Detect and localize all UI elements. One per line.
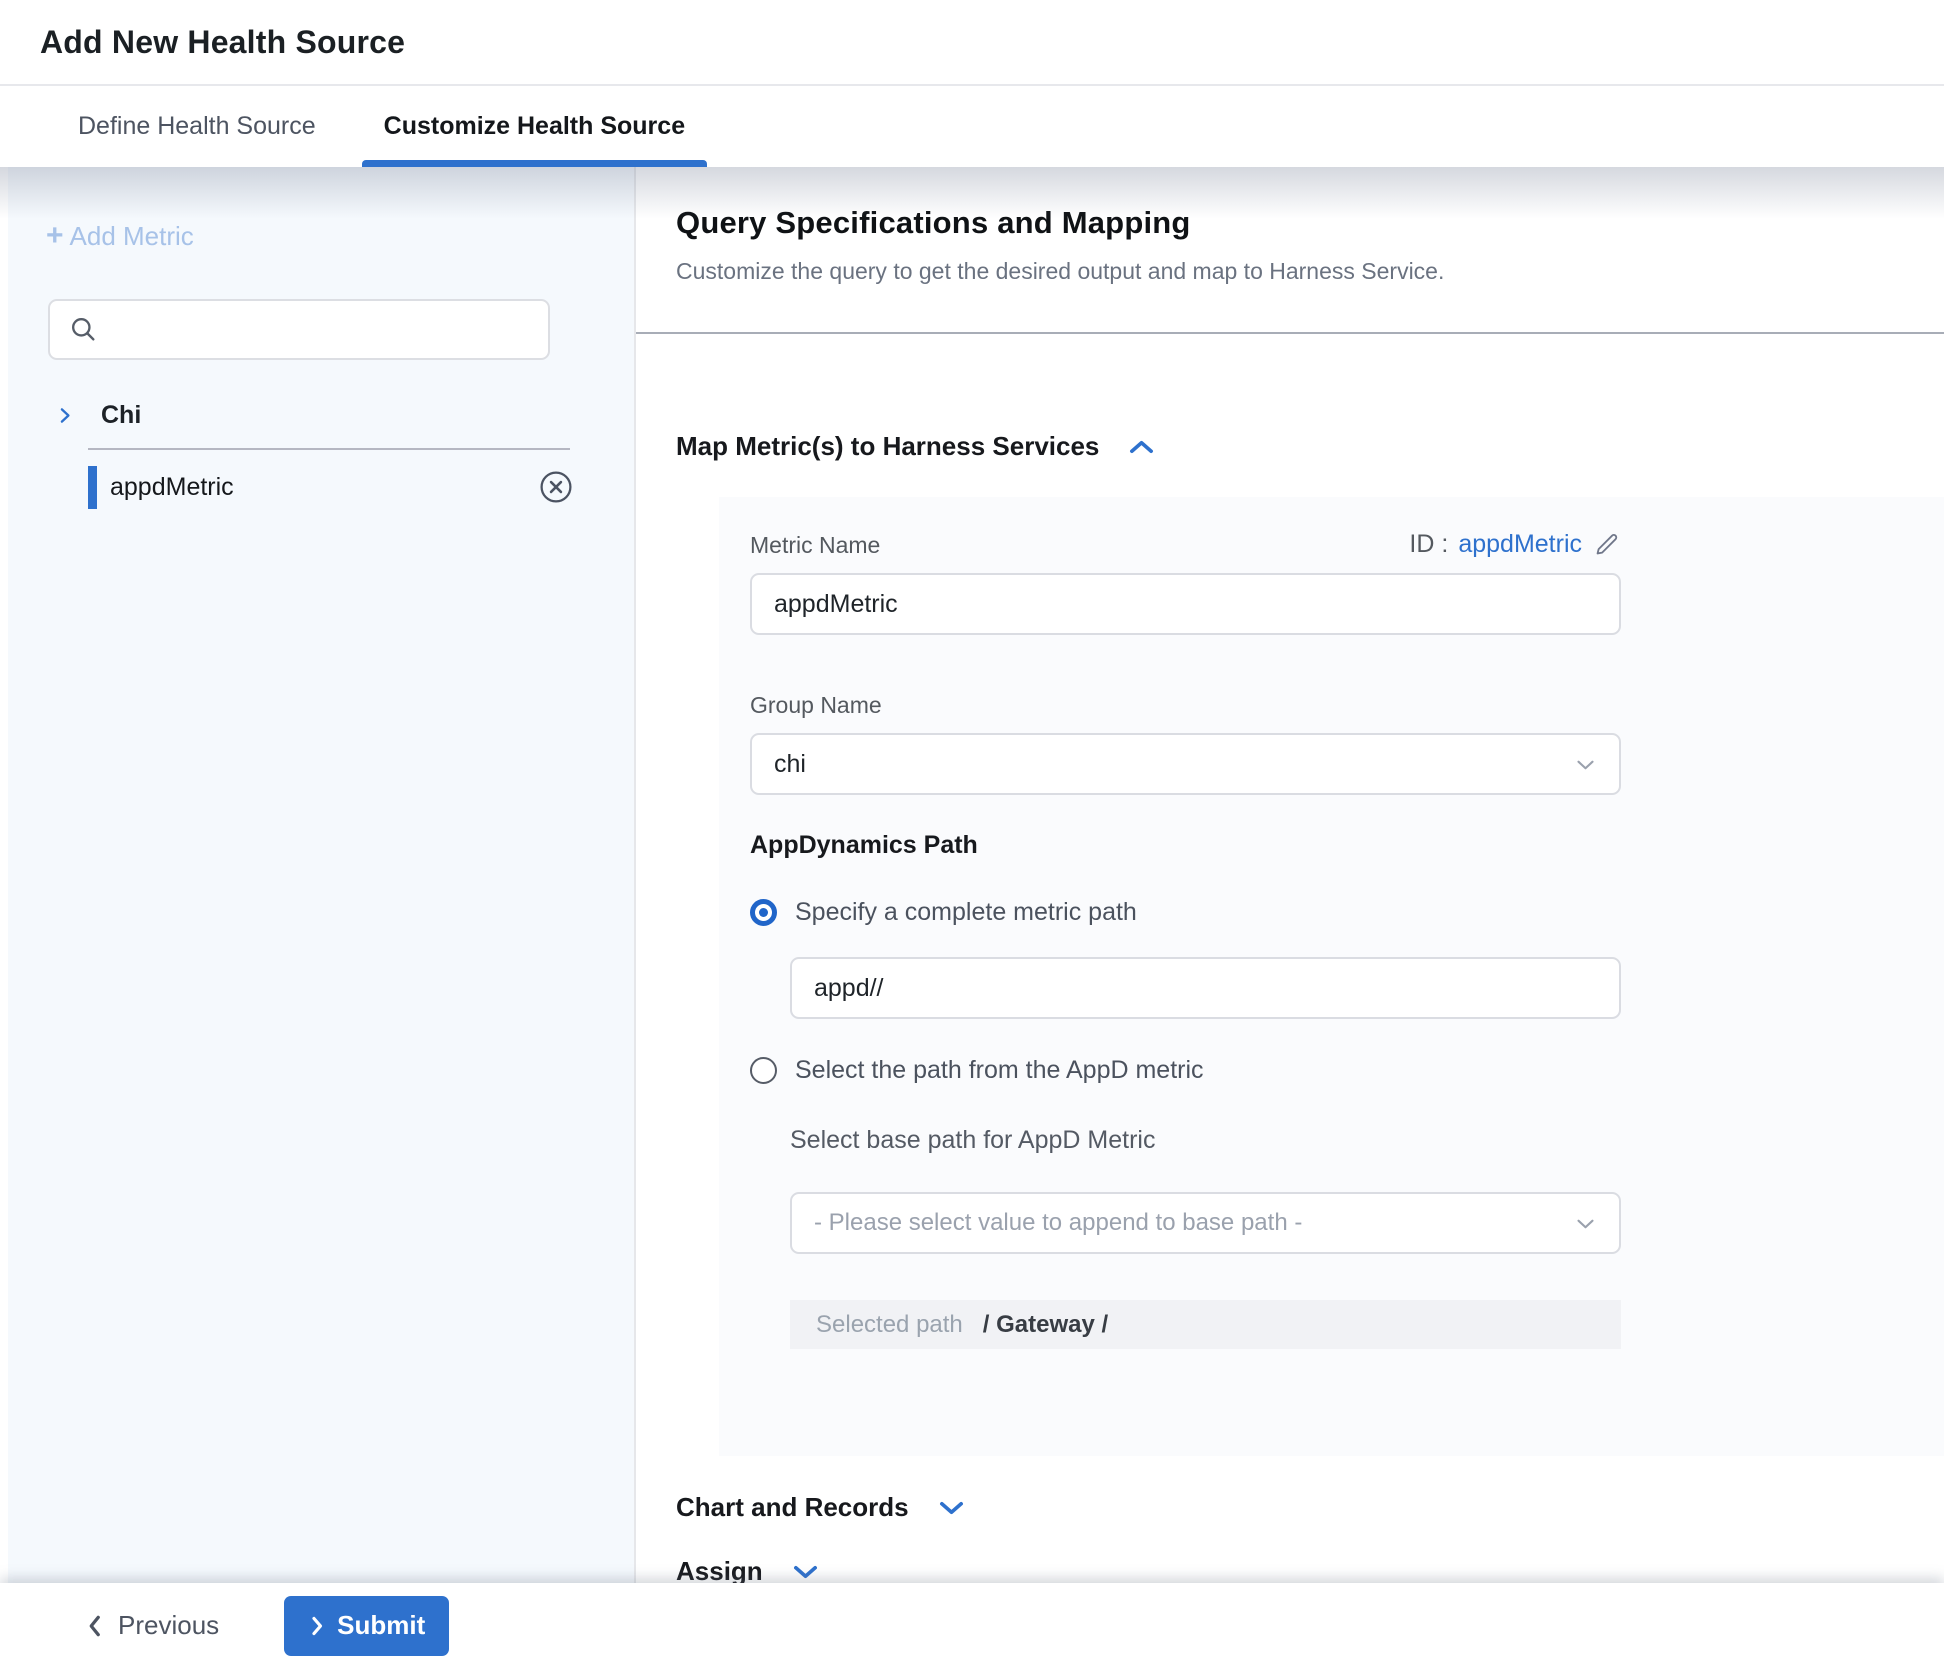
- query-specifications-panel: Query Specifications and Mapping Customi…: [636, 167, 1944, 1583]
- id-label: ID :: [1409, 530, 1448, 559]
- chevron-right-icon[interactable]: [54, 405, 75, 426]
- base-path-placeholder: - Please select value to append to base …: [814, 1209, 1302, 1237]
- metric-tree: Chi appdMetric: [8, 394, 634, 511]
- metric-search-input[interactable]: [99, 301, 548, 358]
- metric-item-appdmetric[interactable]: appdMetric: [8, 463, 634, 511]
- submit-label: Submit: [337, 1610, 425, 1641]
- id-value-link[interactable]: appdMetric: [1458, 530, 1582, 559]
- selected-path-label: Selected path: [816, 1311, 963, 1339]
- previous-button[interactable]: Previous: [85, 1610, 219, 1641]
- base-path-label: Select base path for AppD Metric: [790, 1126, 1944, 1155]
- select-path-label: Select the path from the AppD metric: [795, 1056, 1204, 1085]
- dialog-footer: Previous Submit: [0, 1583, 1944, 1668]
- metric-group-label: Chi: [101, 401, 141, 430]
- tab-customize-health-source[interactable]: Customize Health Source: [366, 86, 703, 167]
- metrics-sidebar: + Add Metric Chi appdMet: [0, 167, 636, 1583]
- metric-name-input[interactable]: [774, 590, 1597, 619]
- chevron-down-icon[interactable]: [791, 1562, 820, 1582]
- chevron-up-icon[interactable]: [1127, 437, 1156, 457]
- chevron-down-icon[interactable]: [937, 1498, 966, 1518]
- chevron-left-icon: [85, 1613, 105, 1639]
- metric-item-label: appdMetric: [110, 473, 234, 502]
- page-title: Query Specifications and Mapping: [676, 205, 1944, 241]
- remove-metric-icon[interactable]: [538, 469, 574, 505]
- group-name-label: Group Name: [750, 692, 1944, 719]
- selected-indicator: [88, 466, 97, 509]
- group-name-select[interactable]: chi: [750, 733, 1621, 795]
- dialog-content: + Add Metric Chi appdMet: [0, 167, 1944, 1583]
- chevron-down-icon: [1574, 757, 1597, 772]
- search-icon: [68, 314, 99, 345]
- submit-button[interactable]: Submit: [284, 1596, 449, 1656]
- metric-search-box: [48, 299, 550, 360]
- radio-selected-icon[interactable]: [750, 899, 777, 926]
- header-divider: [636, 332, 1944, 334]
- previous-label: Previous: [118, 1610, 219, 1641]
- add-metric-label: Add Metric: [70, 221, 194, 252]
- add-health-source-dialog: Add New Health Source Define Health Sour…: [0, 0, 1944, 1668]
- select-path-option[interactable]: Select the path from the AppD metric: [750, 1056, 1944, 1085]
- edit-pencil-icon[interactable]: [1592, 530, 1621, 559]
- selected-path-value: / Gateway /: [983, 1311, 1108, 1339]
- complete-metric-path-input[interactable]: [814, 974, 1597, 1003]
- metric-name-row: Metric Name ID : appdMetric: [750, 530, 1621, 559]
- appdynamics-path-heading: AppDynamics Path: [750, 831, 1944, 860]
- chart-records-heading: Chart and Records: [676, 1492, 909, 1523]
- metric-group-chi[interactable]: Chi: [8, 394, 634, 436]
- chevron-right-icon: [308, 1614, 326, 1638]
- dialog-title: Add New Health Source: [40, 24, 405, 61]
- metric-name-field: [750, 573, 1621, 635]
- complete-metric-path-field: [790, 957, 1621, 1019]
- chevron-down-icon: [1574, 1216, 1597, 1231]
- complete-metric-path-label: Specify a complete metric path: [795, 898, 1137, 927]
- page-subtitle: Customize the query to get the desired o…: [676, 258, 1944, 285]
- chart-records-section-header[interactable]: Chart and Records: [676, 1492, 1944, 1523]
- map-metrics-form: Metric Name ID : appdMetric Group Name c…: [719, 497, 1944, 1456]
- add-metric-button[interactable]: + Add Metric: [46, 221, 634, 252]
- group-name-value: chi: [774, 750, 806, 779]
- radio-unselected-icon[interactable]: [750, 1057, 777, 1084]
- plus-icon: +: [46, 221, 64, 251]
- map-metrics-heading: Map Metric(s) to Harness Services: [676, 431, 1099, 462]
- complete-metric-path-option[interactable]: Specify a complete metric path: [750, 898, 1944, 927]
- dialog-header: Add New Health Source: [0, 0, 1944, 86]
- base-path-select[interactable]: - Please select value to append to base …: [790, 1192, 1621, 1254]
- selected-path-row: Selected path / Gateway /: [790, 1300, 1621, 1349]
- tab-bar: Define Health Source Customize Health So…: [0, 86, 1944, 167]
- metric-name-label: Metric Name: [750, 532, 880, 559]
- map-metrics-section-header[interactable]: Map Metric(s) to Harness Services: [676, 431, 1944, 462]
- tab-define-health-source[interactable]: Define Health Source: [60, 86, 334, 167]
- metric-id-row: ID : appdMetric: [1409, 530, 1621, 559]
- tree-divider: [88, 448, 570, 450]
